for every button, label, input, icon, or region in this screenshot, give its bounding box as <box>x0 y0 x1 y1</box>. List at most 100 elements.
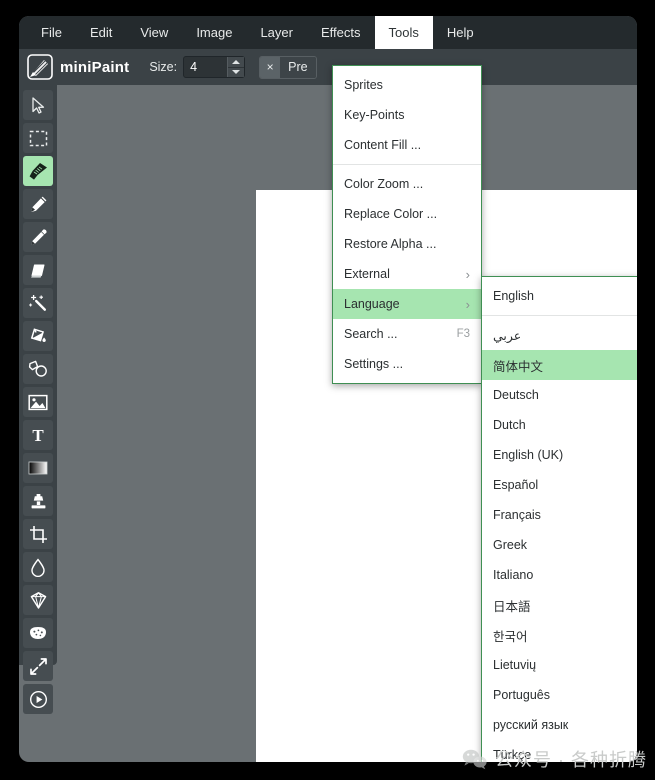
language-menu-item[interactable]: Dutch <box>482 410 637 440</box>
menu-item-layer[interactable]: Layer <box>246 16 307 49</box>
tools-menu-item-label: External <box>344 267 390 281</box>
gradient-tool[interactable] <box>23 453 53 483</box>
tools-menu-item-shortcut: F3 <box>456 328 470 340</box>
language-menu-item[interactable]: 日本語 <box>482 590 637 620</box>
blur-tool[interactable] <box>23 552 53 582</box>
language-menu-item-label: Français <box>493 508 541 522</box>
tools-menu-item[interactable]: Restore Alpha ... <box>333 229 481 259</box>
menu-item-help[interactable]: Help <box>433 16 488 49</box>
chevron-right-icon: › <box>465 266 470 282</box>
tools-menu-item[interactable]: Replace Color ... <box>333 199 481 229</box>
close-icon[interactable]: × <box>260 56 281 78</box>
tools-menu-item[interactable]: Content Fill ... <box>333 130 481 160</box>
pencil-tool[interactable] <box>23 189 53 219</box>
language-menu-item[interactable]: Português <box>482 680 637 710</box>
tools-menu-item[interactable]: External › <box>333 259 481 289</box>
tools-menu-item-label: Restore Alpha ... <box>344 237 437 251</box>
tools-menu-item-label: Sprites <box>344 78 383 92</box>
text-tool[interactable]: T <box>23 420 53 450</box>
language-menu-item-label: Italiano <box>493 568 534 582</box>
eraser-tool[interactable] <box>23 255 53 285</box>
svg-text:T: T <box>32 426 44 444</box>
tools-menu-item[interactable]: Settings ... <box>333 349 481 379</box>
language-menu-item-label: عربي <box>493 328 522 343</box>
preview-chip[interactable]: × Pre <box>259 55 317 79</box>
language-menu-item[interactable]: Lietuvių <box>482 650 637 680</box>
language-menu-item[interactable]: 简体中文 <box>482 350 637 380</box>
language-menu-item-label: 한국어 <box>493 629 528 644</box>
language-menu-item[interactable]: Türkçe <box>482 740 637 762</box>
menu-item-effects[interactable]: Effects <box>307 16 375 49</box>
size-control-group: Size: <box>149 56 246 78</box>
tools-menu-item-label: Key-Points <box>344 108 405 122</box>
tools-menu-item-label: Color Zoom ... <box>344 177 424 191</box>
chevron-right-icon: › <box>465 296 470 312</box>
marquee-tool[interactable] <box>23 123 53 153</box>
language-menu-item-label: русский язык <box>493 718 569 732</box>
language-menu-item[interactable]: عربي <box>482 320 637 350</box>
language-menu-item-label: Lietuvių <box>493 658 537 672</box>
language-menu-item[interactable]: Español <box>482 470 637 500</box>
language-menu-item[interactable]: Deutsch <box>482 380 637 410</box>
language-menu-item-label: Español <box>493 478 539 492</box>
language-menu-item-label: 日本語 <box>493 599 531 614</box>
clone-stamp-tool[interactable] <box>23 486 53 516</box>
animation-tool[interactable] <box>23 684 53 714</box>
menu-item-view[interactable]: View <box>126 16 182 49</box>
tools-menu-item-label: Settings ... <box>344 357 404 371</box>
caret-up-icon <box>232 59 241 64</box>
paint-bucket-tool[interactable] <box>23 321 53 351</box>
language-menu-item[interactable]: English <box>482 281 637 311</box>
tools-menu-item-label: Language <box>344 297 400 311</box>
magic-wand-tool[interactable] <box>23 288 53 318</box>
menu-item-file[interactable]: File <box>27 16 76 49</box>
menu-item-image[interactable]: Image <box>182 16 246 49</box>
language-menu-item-label: Português <box>493 688 550 702</box>
tools-menu-item-label: Search ... <box>344 327 398 341</box>
size-increment-button[interactable] <box>228 57 245 67</box>
crop-tool[interactable] <box>23 519 53 549</box>
shape-tool[interactable] <box>23 354 53 384</box>
app-toolbar: miniPaint Size: × <box>19 49 637 85</box>
tools-menu-item-label: Content Fill ... <box>344 138 422 152</box>
eyedropper-tool[interactable] <box>23 222 53 252</box>
brush-tool[interactable] <box>23 156 53 186</box>
size-stepper[interactable] <box>183 56 246 78</box>
language-menu-item[interactable]: 한국어 <box>482 620 637 650</box>
size-label: Size: <box>149 60 178 74</box>
menu-separator <box>333 164 481 165</box>
tools-dropdown-menu[interactable]: Sprites Key-Points Content Fill ... Color Z… <box>332 65 482 384</box>
preview-chip-label: Pre <box>280 56 316 78</box>
tools-menu-item-label: Replace Color ... <box>344 207 438 221</box>
select-tool[interactable] <box>23 90 53 120</box>
tools-menu-item[interactable]: Key-Points <box>333 100 481 130</box>
language-submenu[interactable]: English عربي 简体中文 Deutsch Dutch English (UK) E… <box>481 276 637 762</box>
app-brand: miniPaint <box>27 54 129 80</box>
caret-down-icon <box>232 70 241 75</box>
size-input[interactable] <box>184 57 228 77</box>
tools-menu-item[interactable]: Sprites <box>333 70 481 100</box>
menu-item-edit[interactable]: Edit <box>76 16 126 49</box>
language-menu-item-label: Deutsch <box>493 388 539 402</box>
language-menu-item[interactable]: Français <box>482 500 637 530</box>
language-menu-item[interactable]: Greek <box>482 530 637 560</box>
tools-menu-item[interactable]: Color Zoom ... <box>333 169 481 199</box>
sponge-tool[interactable] <box>23 618 53 648</box>
language-menu-item-label: Türkçe <box>493 748 532 762</box>
sharpen-tool[interactable] <box>23 585 53 615</box>
tools-menu-item[interactable]: Language › <box>333 289 481 319</box>
language-menu-item[interactable]: Italiano <box>482 560 637 590</box>
tool-panel: T <box>19 85 57 714</box>
language-menu-item[interactable]: English (UK) <box>482 440 637 470</box>
menu-item-tools[interactable]: Tools <box>374 16 433 49</box>
menu-bar: File Edit View Image Layer Effects Tools Help <box>19 16 637 49</box>
language-menu-item[interactable]: русский язык <box>482 710 637 740</box>
app-name: miniPaint <box>60 58 130 76</box>
size-stepper-arrows[interactable] <box>227 57 245 77</box>
tools-menu-item[interactable]: Search ... F3 <box>333 319 481 349</box>
media-tool[interactable] <box>23 387 53 417</box>
language-menu-item-label: English <box>493 289 534 303</box>
paint-brush-logo-icon <box>27 54 53 80</box>
size-decrement-button[interactable] <box>228 66 245 77</box>
resize-tool[interactable] <box>23 651 53 681</box>
